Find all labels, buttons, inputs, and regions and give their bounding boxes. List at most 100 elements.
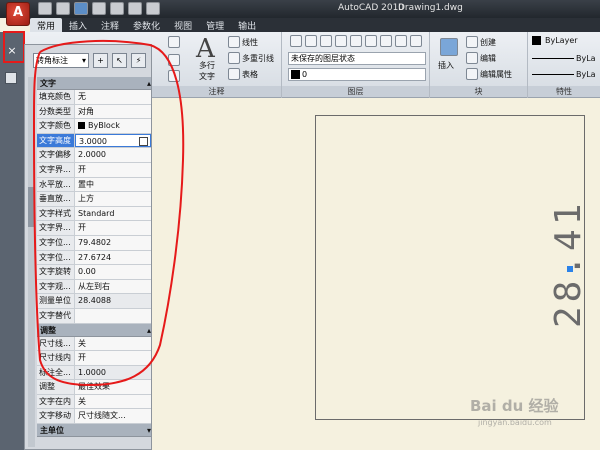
- multileader-button[interactable]: 多重引线: [228, 52, 274, 64]
- open-file-icon[interactable]: [56, 2, 70, 15]
- current-layer-combo[interactable]: 0: [288, 68, 426, 81]
- property-value[interactable]: 置中: [75, 178, 151, 192]
- layer-match-icon[interactable]: [380, 35, 392, 47]
- lineweight-control[interactable]: ByLa: [532, 70, 596, 79]
- property-row[interactable]: 分数类型 对角: [37, 104, 151, 120]
- property-row[interactable]: 文字移动 尺寸线随文...: [37, 409, 151, 425]
- palette-options-icon[interactable]: [5, 72, 17, 84]
- collapse-icon[interactable]: ▴: [147, 77, 151, 89]
- palette-scrollbar[interactable]: [28, 77, 35, 447]
- property-value[interactable]: 79.4802: [75, 236, 151, 250]
- layer-off-icon[interactable]: [335, 35, 347, 47]
- save-icon[interactable]: [74, 2, 88, 15]
- property-row[interactable]: 尺寸线内开: [37, 351, 151, 366]
- property-value[interactable]: 从左到右: [75, 280, 151, 294]
- property-value[interactable]: 开: [75, 351, 151, 365]
- application-menu-button[interactable]: A: [6, 2, 30, 26]
- dim-tool-icon-2[interactable]: [168, 54, 180, 66]
- property-row[interactable]: 文字在内关: [37, 394, 151, 410]
- linear-dim-button[interactable]: 线性: [228, 36, 258, 48]
- insert-label[interactable]: 插入: [438, 60, 454, 71]
- collapse-icon[interactable]: ▾: [147, 424, 151, 436]
- property-row[interactable]: 文字样式 Standard: [37, 206, 151, 222]
- scrollbar-thumb[interactable]: [28, 187, 35, 227]
- property-row[interactable]: 水平放... 置中: [37, 177, 151, 193]
- property-value[interactable]: 27.6724: [75, 251, 151, 265]
- layer-properties-icon[interactable]: [290, 35, 302, 47]
- calculator-icon[interactable]: [139, 136, 148, 146]
- color-control[interactable]: ByLayer: [532, 36, 578, 45]
- create-block-button[interactable]: 创建: [466, 36, 496, 48]
- layer-lock-icon[interactable]: [365, 35, 377, 47]
- property-value[interactable]: 2.0000: [75, 148, 151, 162]
- property-value[interactable]: 关: [75, 337, 151, 351]
- property-row[interactable]: 垂直放... 上方: [37, 192, 151, 207]
- new-file-icon[interactable]: [38, 2, 52, 15]
- redo-icon[interactable]: [128, 2, 142, 15]
- dim-tool-icon[interactable]: [168, 36, 180, 48]
- property-value[interactable]: 无: [75, 90, 151, 104]
- tab-view[interactable]: 视图: [167, 18, 199, 32]
- property-row[interactable]: 测量单位 28.4088: [37, 294, 151, 309]
- property-row[interactable]: 文字颜色 ByBlock: [37, 119, 151, 134]
- property-value[interactable]: 3.0000: [75, 133, 151, 148]
- multiline-text-label[interactable]: 多行: [199, 60, 215, 71]
- layer-unisolate-icon[interactable]: [410, 35, 422, 47]
- section-adjust[interactable]: 调整 ▴: [37, 323, 151, 337]
- print-icon[interactable]: [146, 2, 160, 15]
- tab-annotate[interactable]: 注释: [94, 18, 126, 32]
- property-row[interactable]: 文字替代: [37, 308, 151, 324]
- tab-home[interactable]: 常用: [30, 18, 63, 32]
- property-value[interactable]: 对角: [75, 105, 151, 119]
- property-row[interactable]: 文字观... 从左到右: [37, 279, 151, 295]
- layer-freeze-icon[interactable]: [350, 35, 362, 47]
- undo-icon[interactable]: [110, 2, 124, 15]
- section-text[interactable]: 文字 ▴: [37, 77, 151, 90]
- toggle-pickadd-icon[interactable]: +: [93, 53, 108, 68]
- text-label[interactable]: 文字: [199, 71, 215, 82]
- property-row[interactable]: 文字位... 27.6724: [37, 250, 151, 266]
- property-row[interactable]: 文字偏移 2.0000: [37, 148, 151, 163]
- property-row[interactable]: 标注全... 1.0000: [37, 365, 151, 381]
- property-row[interactable]: 文字高度 3.0000: [37, 133, 151, 149]
- property-row[interactable]: 调整 最佳效果: [37, 380, 151, 395]
- dimension-grip[interactable]: [567, 266, 573, 272]
- property-row[interactable]: 文字旋转 0.00: [37, 265, 151, 280]
- table-button[interactable]: 表格: [228, 68, 258, 80]
- section-primary-units[interactable]: 主单位 ▾: [37, 424, 151, 438]
- edit-attributes-button[interactable]: 编辑属性: [466, 68, 512, 80]
- property-value[interactable]: 1.0000: [75, 365, 151, 380]
- dimension-text[interactable]: 28.41: [548, 200, 589, 328]
- edit-block-button[interactable]: 编辑: [466, 52, 496, 64]
- tab-parametric[interactable]: 参数化: [126, 18, 167, 32]
- dim-tool-icon-3[interactable]: [168, 70, 180, 82]
- property-row[interactable]: 文字界... 开: [37, 221, 151, 236]
- property-value[interactable]: 尺寸线随文...: [75, 409, 151, 423]
- property-value[interactable]: 开: [75, 221, 151, 235]
- property-value[interactable]: 上方: [75, 192, 151, 206]
- tab-manage[interactable]: 管理: [199, 18, 231, 32]
- property-value[interactable]: ByBlock: [75, 119, 151, 133]
- property-row[interactable]: 填充颜色无: [37, 90, 151, 105]
- property-value[interactable]: Standard: [75, 207, 151, 221]
- property-value[interactable]: [75, 309, 151, 323]
- layer-state-combo[interactable]: 未保存的图层状态: [288, 52, 426, 65]
- property-row[interactable]: 文字位... 79.4802: [37, 235, 151, 251]
- property-row[interactable]: 尺寸线... 关: [37, 336, 151, 352]
- property-row[interactable]: 文字界... 开: [37, 162, 151, 178]
- property-value[interactable]: 关: [75, 395, 151, 409]
- layer-prev-icon[interactable]: [395, 35, 407, 47]
- property-value[interactable]: 开: [75, 163, 151, 177]
- select-objects-icon[interactable]: ↖: [112, 53, 127, 68]
- property-value[interactable]: 28.4088: [75, 294, 151, 308]
- layer-state-icon[interactable]: [305, 35, 317, 47]
- tab-output[interactable]: 输出: [231, 18, 263, 32]
- collapse-icon[interactable]: ▴: [147, 324, 151, 336]
- layer-iso-icon[interactable]: [320, 35, 332, 47]
- quick-select-icon[interactable]: ⚡: [131, 53, 146, 68]
- insert-block-icon[interactable]: [440, 38, 458, 56]
- property-value[interactable]: 0.00: [75, 265, 151, 279]
- object-type-select[interactable]: 转角标注: [33, 53, 89, 68]
- save-as-icon[interactable]: [92, 2, 106, 15]
- property-value[interactable]: 最佳效果: [75, 380, 151, 394]
